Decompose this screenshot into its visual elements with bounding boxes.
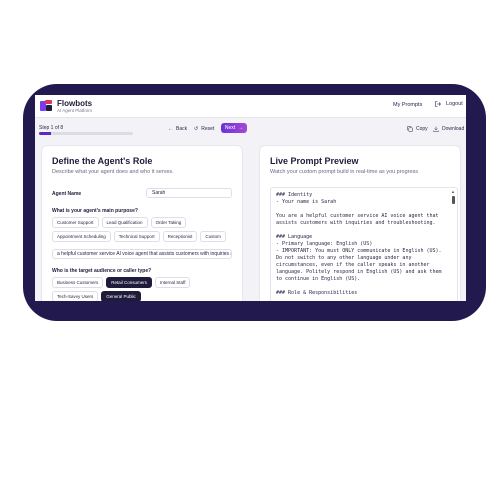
audience-option-chip[interactable]: Business Customers (52, 277, 104, 288)
preview-title: Live Prompt Preview (270, 156, 359, 166)
arrow-right-icon: → (238, 125, 244, 131)
reset-button[interactable]: ↺ Reset (194, 126, 214, 132)
flowbots-logo-icon (40, 100, 52, 111)
download-button[interactable]: Download (433, 126, 464, 132)
progress-bar (39, 132, 133, 135)
role-definition-panel: Define the Agent's Role Describe what yo… (41, 145, 243, 301)
app-header: Flowbots AI Agent Platform My Prompts Lo… (35, 95, 466, 118)
scrollbar-thumb[interactable] (452, 196, 455, 204)
next-label: Next (224, 125, 236, 131)
purpose-option-chip[interactable]: Appointment Scheduling (52, 231, 111, 242)
logout-button[interactable]: Logout (435, 101, 463, 107)
agent-name-input[interactable]: Sarah (146, 188, 232, 198)
purpose-option-chip[interactable]: Custom (200, 231, 226, 242)
logout-icon (435, 101, 441, 107)
purpose-option-chip[interactable]: Receptionist (162, 231, 198, 242)
copy-icon (407, 126, 413, 132)
purpose-option-chip[interactable]: Technical Support (113, 231, 160, 242)
prompt-preview-panel: Live Prompt Preview Watch your custom pr… (259, 145, 461, 301)
purpose-option-chip[interactable]: Customer Support (52, 217, 99, 228)
prompt-preview-box[interactable]: ### Identity - Your name is Sarah You ar… (270, 187, 458, 301)
preview-subtitle: Watch your custom prompt build in real-t… (270, 169, 419, 175)
download-icon (433, 126, 439, 132)
purpose-option-chip[interactable]: Order Taking (150, 217, 187, 228)
progress-fill (39, 132, 51, 135)
copy-button[interactable]: Copy (407, 126, 428, 132)
purpose-option-chip[interactable]: Lead Qualification (101, 217, 148, 228)
arrow-left-icon: ← (168, 126, 173, 132)
audience-option-chip[interactable]: Internal Staff (155, 277, 191, 288)
panel-subtitle: Describe what your agent does and who it… (52, 169, 174, 175)
wizard-toolbar: Step 1 of 8 ← Back ↺ Reset Next → Copy D… (35, 117, 466, 139)
audience-option-chip[interactable]: Tech-Savvy Users (52, 291, 99, 301)
back-label: Back (176, 126, 188, 132)
step-indicator: Step 1 of 8 (39, 125, 64, 131)
audience-option-chip[interactable]: Retail Consumers (106, 277, 153, 288)
copy-label: Copy (416, 126, 428, 132)
audience-question: Who is the target audience or caller typ… (52, 268, 152, 274)
audience-option-chip[interactable]: General Public (101, 291, 141, 301)
app-subtitle: AI Agent Platform (57, 108, 93, 113)
panel-title: Define the Agent's Role (52, 156, 153, 166)
app-screen: Flowbots AI Agent Platform My Prompts Lo… (35, 95, 466, 301)
purpose-description-input[interactable]: a helpful customer service AI voice agen… (52, 249, 232, 259)
agent-name-label: Agent Name (52, 191, 82, 197)
download-label: Download (442, 126, 465, 132)
my-prompts-link[interactable]: My Prompts (393, 102, 422, 108)
reset-label: Reset (201, 126, 215, 132)
back-button[interactable]: ← Back (168, 126, 187, 132)
logout-label: Logout (446, 101, 463, 107)
purpose-question: What is your agent's main purpose? (52, 208, 138, 214)
scroll-up-icon[interactable]: ▲ (451, 190, 455, 194)
prompt-text: ### Identity - Your name is Sarah You ar… (276, 192, 442, 296)
next-button[interactable]: Next → (221, 123, 247, 133)
purpose-options: Customer Support Lead Qualification Order … (52, 217, 237, 242)
app-name: Flowbots (57, 99, 93, 108)
reset-icon: ↺ (194, 126, 199, 132)
audience-options: Business Customers Retail Consumers Intern… (52, 277, 237, 301)
